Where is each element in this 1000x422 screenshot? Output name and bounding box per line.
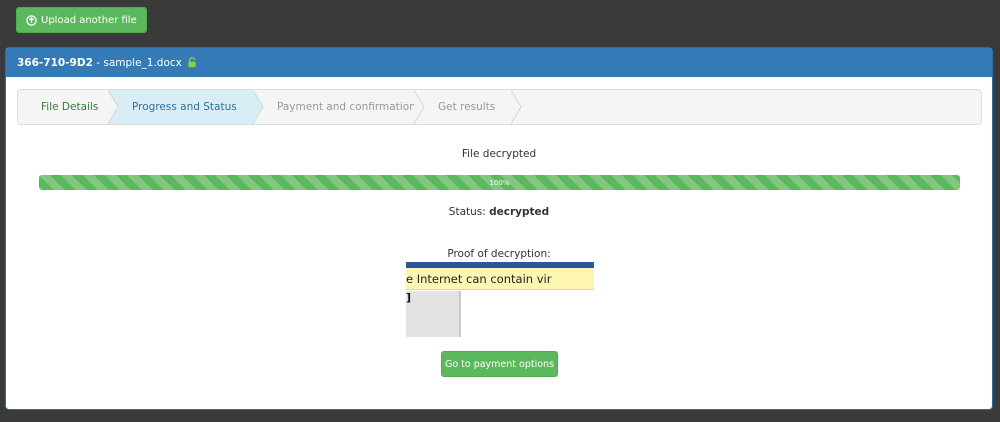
wizard-steps: File Details Progress and Status Payment… <box>17 89 982 125</box>
proof-gray-margin <box>406 291 461 337</box>
progress-bar-fill: 100% <box>39 175 960 190</box>
step-label: Progress and Status <box>132 101 237 113</box>
panel-heading: 366-710-9D2 - sample_1.docx <box>6 48 992 77</box>
status-title: File decrypted <box>461 148 537 160</box>
step-file-details[interactable]: File Details <box>18 90 119 124</box>
step-label: File Details <box>41 101 99 113</box>
file-name: sample_1.docx <box>103 56 182 69</box>
pay-button-label: Go to payment options <box>444 358 555 370</box>
step-chevron <box>253 90 264 124</box>
proof-cursor-mark: ] <box>406 291 412 304</box>
file-panel: 366-710-9D2 - sample_1.docx File Details… <box>5 47 993 410</box>
progress-bar-track: 100% <box>39 175 960 190</box>
circle-arrow-up-icon <box>26 14 37 26</box>
step-label: Payment and confirmation <box>277 101 416 113</box>
status-value: decrypted <box>489 206 550 218</box>
step-payment-and-confirmation[interactable]: Payment and confirmation <box>254 90 425 124</box>
status-line: Status: decrypted <box>6 206 992 218</box>
step-get-results[interactable]: Get results <box>415 90 522 124</box>
step-chevron <box>414 90 425 124</box>
proof-warning-text: e Internet can contain vir <box>406 272 552 286</box>
proof-warning-bar: e Internet can contain vir <box>406 268 594 290</box>
step-progress-and-status[interactable]: Progress and Status <box>109 90 264 124</box>
unlocked-lock-icon <box>187 57 198 68</box>
go-to-payment-options-button[interactable]: Go to payment options <box>441 351 558 377</box>
status-prefix: Status: <box>448 206 490 218</box>
upload-another-file-button[interactable]: Upload another file <box>16 7 147 33</box>
proof-title: Proof of decryption: <box>447 248 551 260</box>
proof-of-decryption-image: e Internet can contain vir ] <box>406 262 594 337</box>
step-label: Get results <box>438 101 496 113</box>
title-separator: - <box>92 56 104 69</box>
step-chevron <box>108 90 119 124</box>
file-id: 366-710-9D2 <box>17 56 93 69</box>
upload-button-label: Upload another file <box>41 14 137 26</box>
step-chevron <box>511 90 522 124</box>
progress-label: 100% <box>489 178 510 187</box>
